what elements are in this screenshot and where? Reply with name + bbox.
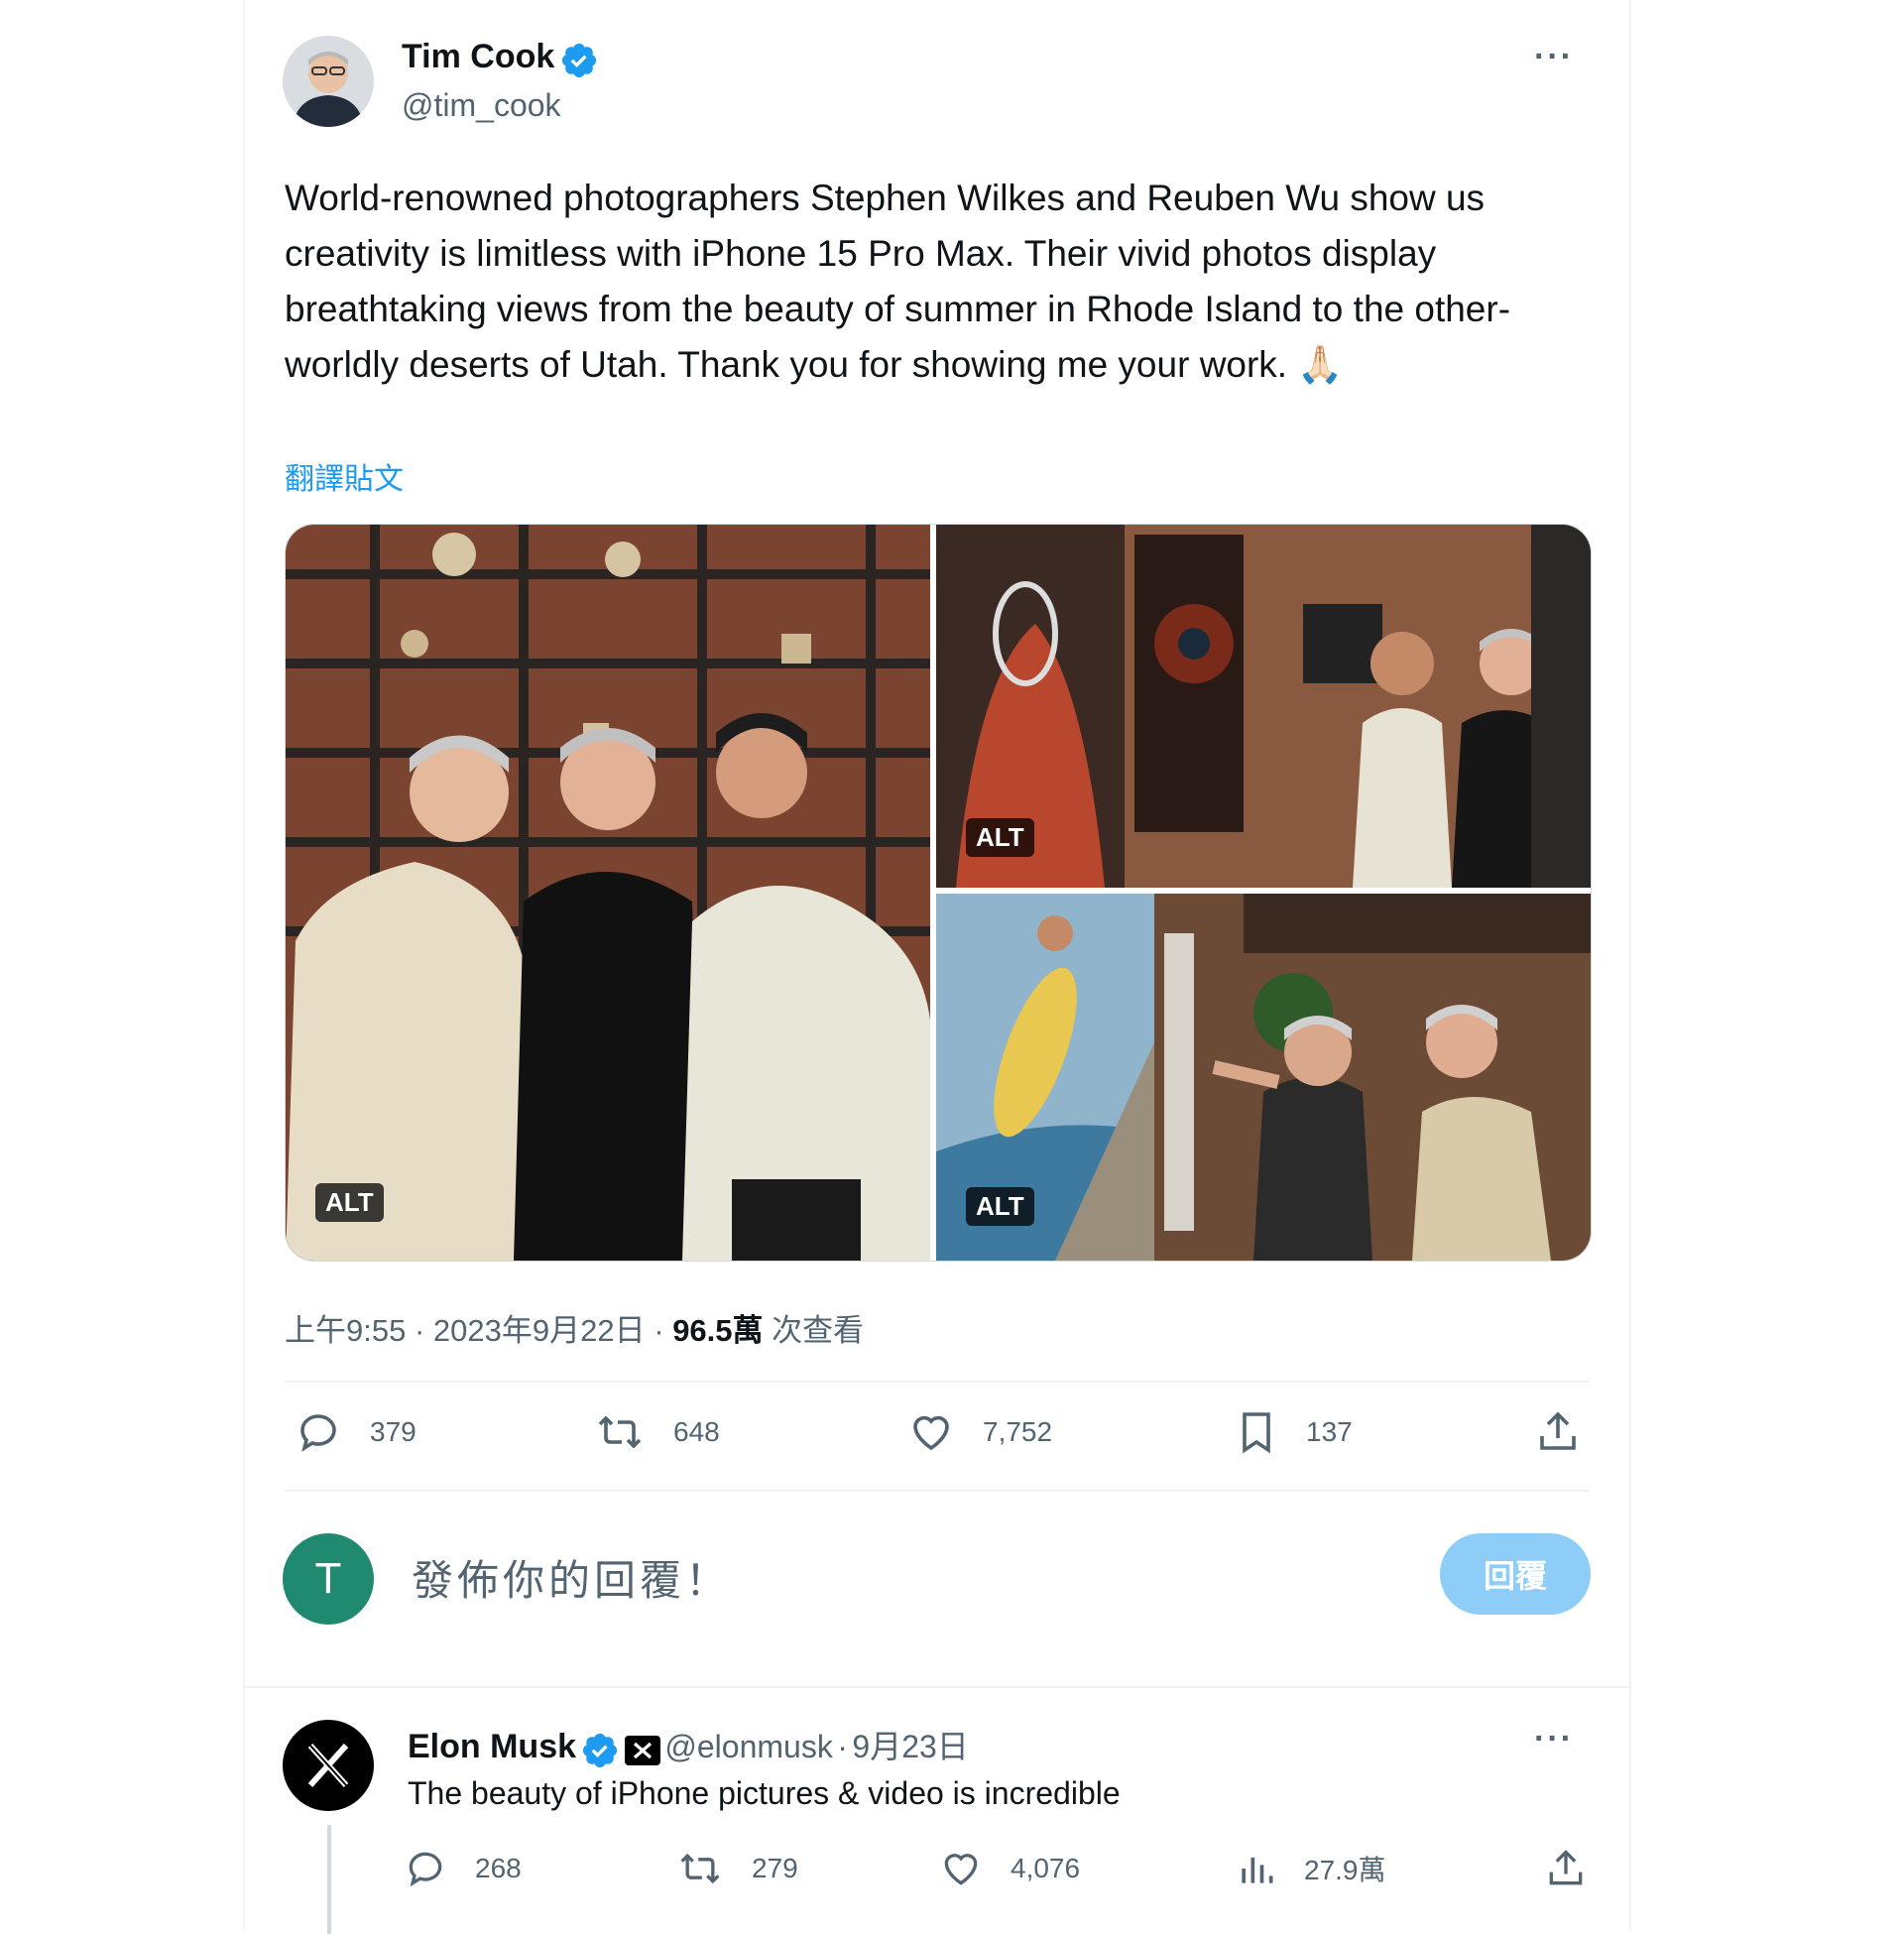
alt-badge[interactable]: ALT <box>966 1187 1034 1226</box>
reply-input[interactable]: 發佈你的回覆！ <box>412 1547 731 1608</box>
reply-count: 379 <box>370 1416 416 1447</box>
tweet-metadata: 上午9:55 · 2023年9月22日 · 96.5萬 次查看 <box>285 1305 864 1350</box>
reply-action[interactable]: 379 <box>295 1408 416 1456</box>
reply-separator: · <box>837 1729 848 1764</box>
retweet-count: 648 <box>673 1416 720 1447</box>
reply-author-handle[interactable]: @elonmusk <box>664 1729 832 1764</box>
reply-retweet-action[interactable]: 279 <box>676 1847 798 1890</box>
more-options-icon[interactable]: ··· <box>1534 38 1574 76</box>
current-user-avatar[interactable]: T <box>283 1533 374 1625</box>
translate-post-link[interactable]: 翻譯貼文 <box>285 454 404 498</box>
media-grid: ALT ALT ALT <box>285 524 1592 1262</box>
avatar-letter: T <box>314 1554 342 1603</box>
photo-gallery-wall[interactable]: ALT <box>936 525 1591 888</box>
analytics-icon <box>1242 1858 1273 1883</box>
tim-cook-avatar[interactable] <box>283 36 374 127</box>
reply-views-count: 27.9萬 <box>1304 1855 1386 1885</box>
author-name[interactable]: Tim Cook <box>402 38 554 75</box>
reply-like-action[interactable]: 4,076 <box>939 1847 1080 1890</box>
heart-icon <box>944 1854 978 1885</box>
bookmark-action[interactable]: 137 <box>1235 1408 1353 1456</box>
reply-reply-action[interactable]: 268 <box>404 1847 522 1890</box>
tweet-text: World-renowned photographers Stephen Wil… <box>285 178 1511 385</box>
verified-badge-icon <box>580 1731 620 1775</box>
tweet-time[interactable]: 上午9:55 <box>285 1313 406 1348</box>
reply-date[interactable]: 9月23日 <box>852 1729 968 1764</box>
views-count: 96.5萬 <box>672 1313 764 1348</box>
reply-icon <box>409 1852 442 1887</box>
retweet-action[interactable]: 648 <box>594 1408 720 1456</box>
reply-author-name[interactable]: Elon Musk <box>408 1728 576 1765</box>
share-icon <box>1540 1411 1576 1450</box>
reply-like-count: 4,076 <box>1011 1853 1081 1883</box>
reply-button[interactable]: 回覆 <box>1440 1533 1591 1615</box>
photo-surfer-print[interactable]: ALT <box>936 894 1591 1261</box>
like-action[interactable]: 7,752 <box>907 1408 1052 1456</box>
thread-line <box>327 1825 331 1934</box>
verified-badge-icon <box>559 41 599 85</box>
heart-icon <box>913 1415 949 1451</box>
meta-separator: · <box>654 1313 664 1348</box>
retweet-icon <box>598 1415 642 1449</box>
reply-share-action[interactable] <box>1544 1847 1615 1890</box>
reply-more-options-icon[interactable]: ··· <box>1534 1720 1574 1758</box>
like-count: 7,752 <box>983 1416 1053 1447</box>
photo-group-portrait[interactable]: ALT <box>286 525 930 1261</box>
retweet-icon <box>680 1853 720 1884</box>
alt-badge[interactable]: ALT <box>966 818 1034 857</box>
reply-text: The beauty of iPhone pictures & video is… <box>408 1775 1121 1811</box>
reply-icon <box>300 1414 336 1452</box>
reply-views-action[interactable]: 27.9萬 <box>1237 1847 1386 1890</box>
alt-badge[interactable]: ALT <box>315 1183 384 1222</box>
elon-musk-avatar[interactable] <box>283 1720 374 1811</box>
author-handle[interactable]: @tim_cook <box>402 87 561 124</box>
tweet-column: Tim Cook @tim_cook ··· World-renowned ph… <box>243 0 1631 1934</box>
divider <box>285 1490 1590 1492</box>
author-row: Tim Cook <box>402 38 599 85</box>
reply-retweet-count: 279 <box>752 1853 798 1883</box>
meta-separator: · <box>414 1313 425 1348</box>
bookmark-count: 137 <box>1306 1416 1353 1447</box>
share-action[interactable] <box>1534 1408 1609 1456</box>
views-label: 次查看 <box>772 1313 865 1348</box>
tweet-date[interactable]: 2023年9月22日 <box>433 1313 646 1348</box>
divider <box>285 1381 1590 1383</box>
reply-reply-count: 268 <box>475 1853 522 1883</box>
affiliation-badge-icon <box>624 1736 660 1770</box>
bookmark-icon <box>1243 1412 1270 1454</box>
divider <box>245 1686 1629 1688</box>
share-icon <box>1549 1850 1583 1885</box>
reply-author-row: Elon Musk @elonmusk · 9月23日 <box>408 1722 969 1775</box>
